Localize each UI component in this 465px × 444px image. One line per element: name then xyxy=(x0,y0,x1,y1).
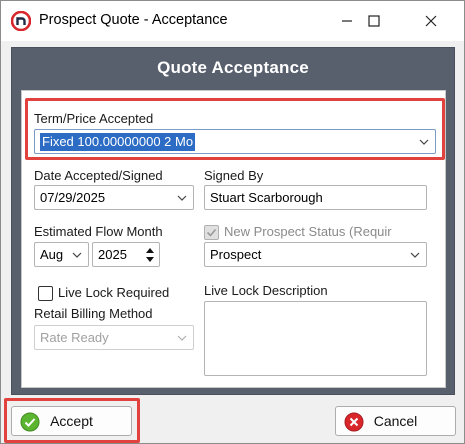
flow-month-label: Estimated Flow Month xyxy=(34,224,163,239)
term-price-highlight xyxy=(25,98,445,160)
cancel-label: Cancel xyxy=(373,413,418,429)
signed-by-label: Signed By xyxy=(204,168,264,183)
new-status-label: New Prospect Status (Requir xyxy=(224,224,392,239)
signed-by-input[interactable]: Stuart Scarborough xyxy=(204,185,427,210)
checkmark-icon xyxy=(206,228,217,237)
flow-month-value: Aug xyxy=(40,247,64,262)
close-icon xyxy=(425,15,437,27)
new-status-checkbox[interactable] xyxy=(204,225,219,240)
date-accepted-label: Date Accepted/Signed xyxy=(34,168,163,183)
signed-by-value: Stuart Scarborough xyxy=(210,190,323,205)
date-accepted-picker[interactable]: 07/29/2025 xyxy=(34,185,194,210)
flow-month-select[interactable]: Aug xyxy=(34,242,89,267)
new-status-select[interactable]: Prospect xyxy=(204,242,427,267)
app-logo-icon xyxy=(11,11,31,31)
chevron-down-icon xyxy=(177,335,187,341)
close-button[interactable] xyxy=(408,1,454,41)
chevron-down-icon xyxy=(410,252,420,258)
chevron-down-icon xyxy=(177,195,187,201)
dialog-window: Prospect Quote - Acceptance Quote Accept… xyxy=(0,0,465,444)
retail-billing-label: Retail Billing Method xyxy=(34,306,153,321)
cancel-button[interactable]: Cancel xyxy=(335,406,456,436)
retail-billing-value: Rate Ready xyxy=(40,330,109,345)
title-bar: Prospect Quote - Acceptance xyxy=(1,1,464,41)
live-lock-description-textarea[interactable] xyxy=(204,301,427,376)
live-lock-required-checkbox[interactable] xyxy=(38,286,53,301)
live-lock-required-label: Live Lock Required xyxy=(58,285,170,300)
date-accepted-value: 07/29/2025 xyxy=(40,190,106,205)
chevron-down-icon xyxy=(72,252,82,258)
live-lock-description-label: Live Lock Description xyxy=(204,283,328,298)
maximize-button[interactable] xyxy=(351,1,397,41)
retail-billing-select[interactable]: Rate Ready xyxy=(34,325,194,350)
panel-title: Quote Acceptance xyxy=(157,58,309,77)
flow-year-spinner[interactable]: 2025 xyxy=(92,242,160,267)
flow-year-value: 2025 xyxy=(98,247,127,262)
maximize-icon xyxy=(368,15,380,27)
new-status-value: Prospect xyxy=(210,247,262,262)
spinner-arrows-icon[interactable] xyxy=(143,245,157,265)
window-title: Prospect Quote - Acceptance xyxy=(39,12,228,28)
accept-button-highlight xyxy=(4,398,140,443)
